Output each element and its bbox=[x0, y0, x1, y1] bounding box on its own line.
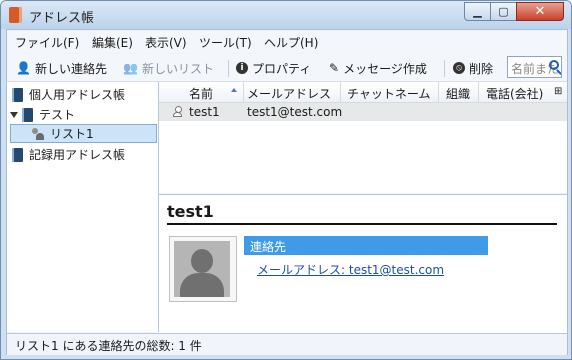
status-bar: リスト1 にある連絡先の総数: 1 件 bbox=[7, 333, 567, 355]
row-name: test1 bbox=[189, 105, 220, 119]
menu-tools[interactable]: ツール(T) bbox=[199, 34, 252, 51]
client-area: ファイル(F) 編集(E) 表示(V) ツール(T) ヘルプ(H) 👤 新しい連… bbox=[6, 29, 568, 355]
delete-icon: ⦸ bbox=[453, 62, 465, 74]
address-book-window: アドレス帳 ▁ ▢ ✕ ファイル(F) 編集(E) 表示(V) ツール(T) ヘ… bbox=[0, 0, 572, 360]
sort-ascending-icon bbox=[231, 88, 237, 92]
status-text: リスト1 にある連絡先の総数: 1 件 bbox=[15, 339, 202, 353]
new-contact-label: 新しい連絡先 bbox=[34, 61, 107, 76]
address-book-icon bbox=[12, 87, 23, 102]
pencil-icon: ✎ bbox=[329, 61, 340, 75]
info-icon: i bbox=[236, 62, 248, 74]
tree-item-test[interactable]: テスト bbox=[10, 105, 75, 124]
toolbar-separator bbox=[444, 60, 445, 77]
menu-file[interactable]: ファイル(F) bbox=[15, 34, 79, 51]
table-row[interactable]: test1 test1@test.com bbox=[159, 103, 567, 121]
search-icon[interactable] bbox=[549, 60, 559, 70]
column-email[interactable]: メールアドレス bbox=[247, 85, 331, 102]
tree-item-collected[interactable]: 記録用アドレス帳 bbox=[12, 145, 125, 164]
tree-item-label: 個人用アドレス帳 bbox=[29, 88, 126, 102]
properties-button[interactable]: i プロパティ bbox=[236, 59, 311, 77]
contact-detail-pane: test1 連絡先 メールアドレス: test1@test.com bbox=[159, 194, 567, 333]
tree-item-label: 記録用アドレス帳 bbox=[29, 148, 126, 162]
search-input[interactable]: 名前また bbox=[507, 56, 562, 78]
tree-item-label: テスト bbox=[39, 108, 76, 122]
maximize-button[interactable]: ▢ bbox=[490, 2, 517, 21]
new-list-label: 新しいリスト bbox=[141, 61, 214, 76]
row-email: test1@test.com bbox=[247, 105, 343, 119]
tree-item-label: リスト1 bbox=[50, 127, 94, 141]
menu-bar: ファイル(F) 編集(E) 表示(V) ツール(T) ヘルプ(H) bbox=[7, 30, 567, 53]
tree-item-personal[interactable]: 個人用アドレス帳 bbox=[12, 85, 125, 104]
new-contact-button[interactable]: 👤 新しい連絡先 bbox=[16, 59, 107, 77]
title-bar[interactable]: アドレス帳 ▁ ▢ ✕ bbox=[1, 1, 571, 29]
column-divider[interactable] bbox=[243, 82, 244, 102]
contact-icon bbox=[173, 106, 182, 118]
column-divider[interactable] bbox=[340, 82, 341, 102]
minimize-icon: ▁ bbox=[473, 5, 482, 18]
compose-button[interactable]: ✎ メッセージ作成 bbox=[329, 59, 427, 77]
menu-help[interactable]: ヘルプ(H) bbox=[264, 34, 318, 51]
tree-item-list1[interactable]: リスト1 bbox=[10, 124, 157, 143]
contact-photo bbox=[169, 236, 237, 302]
column-chat[interactable]: チャットネーム bbox=[347, 85, 431, 102]
close-icon: ✕ bbox=[534, 4, 546, 19]
minimize-button[interactable]: ▁ bbox=[464, 2, 491, 21]
column-header: 名前 メールアドレス チャットネーム 組織 電話(会社) ⊞ bbox=[159, 82, 567, 103]
delete-button[interactable]: ⦸ 削除 bbox=[453, 59, 493, 77]
email-link[interactable]: メールアドレス: test1@test.com bbox=[257, 261, 444, 278]
toolbar: 👤 新しい連絡先 👥 新しいリスト i プロパティ ✎ メッセージ作成 ⦸ 削除 bbox=[7, 54, 567, 82]
column-divider[interactable] bbox=[478, 82, 479, 102]
contacts-list: 名前 メールアドレス チャットネーム 組織 電話(会社) ⊞ test1 tes… bbox=[159, 82, 567, 193]
toolbar-separator bbox=[228, 60, 229, 77]
section-header-contact: 連絡先 bbox=[244, 236, 488, 255]
address-book-icon bbox=[12, 147, 23, 162]
menu-edit[interactable]: 編集(E) bbox=[92, 34, 133, 51]
contact-name-heading: test1 bbox=[167, 202, 214, 221]
maximize-icon: ▢ bbox=[498, 5, 509, 18]
column-divider[interactable] bbox=[438, 82, 439, 102]
collapse-triangle-icon[interactable] bbox=[10, 111, 18, 118]
address-book-icon bbox=[22, 107, 33, 122]
heading-rule bbox=[167, 223, 557, 225]
column-name[interactable]: 名前 bbox=[189, 85, 213, 102]
mailing-list-icon bbox=[31, 127, 44, 140]
column-organization[interactable]: 組織 bbox=[446, 85, 470, 102]
window-title: アドレス帳 bbox=[29, 11, 95, 26]
address-book-app-icon bbox=[9, 7, 22, 23]
new-list-button[interactable]: 👥 新しいリスト bbox=[123, 59, 214, 77]
properties-label: プロパティ bbox=[252, 61, 312, 76]
new-contact-icon: 👤 bbox=[16, 61, 31, 75]
close-button[interactable]: ✕ bbox=[516, 2, 564, 21]
compose-label: メッセージ作成 bbox=[343, 61, 427, 76]
column-picker-icon[interactable]: ⊞ bbox=[554, 86, 562, 97]
address-book-tree: 個人用アドレス帳 テスト リスト1 記録用アドレス帳 bbox=[7, 82, 159, 332]
delete-label: 削除 bbox=[469, 61, 494, 76]
new-list-icon: 👥 bbox=[123, 61, 138, 75]
column-work-phone[interactable]: 電話(会社) bbox=[486, 85, 543, 102]
menu-view[interactable]: 表示(V) bbox=[145, 34, 187, 51]
default-avatar-icon bbox=[174, 241, 230, 297]
